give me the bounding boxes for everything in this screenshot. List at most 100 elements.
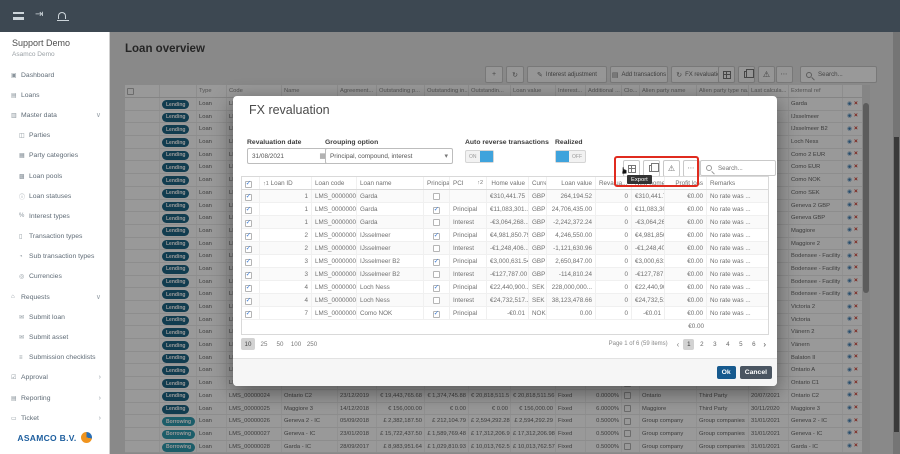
toggle-knob xyxy=(556,151,569,162)
fx-table-row[interactable]: 3 LMS_00000003 IJsselmeer B2 Principal €… xyxy=(242,255,768,268)
row-checkbox[interactable] xyxy=(245,232,252,240)
sidebar-item-label: Requests xyxy=(21,293,50,301)
auto-reverse-toggle[interactable]: ON xyxy=(465,150,494,163)
sidebar-item[interactable]: ▦ Party categories xyxy=(0,146,109,166)
sidebar-item[interactable]: ▣ Dashboard xyxy=(0,65,109,85)
row-checkbox[interactable] xyxy=(245,206,252,214)
search-icon xyxy=(706,165,712,171)
sidebar-item[interactable]: ⓘ Loan statuses xyxy=(0,186,109,206)
chevron-icon: › xyxy=(98,394,101,402)
chevron-icon: › xyxy=(98,414,101,422)
row-checkbox[interactable] xyxy=(245,245,252,253)
page-3[interactable]: 3 xyxy=(709,339,720,350)
sidebar-item-icon: ✉ xyxy=(19,314,25,321)
sidebar-item-icon: ▤ xyxy=(11,92,17,99)
row-checkbox[interactable] xyxy=(245,297,252,305)
page-size-100[interactable]: 100 xyxy=(289,338,303,350)
fx-table-row[interactable]: 7 LMS_00000007 Como NOK Principal -€0.01… xyxy=(242,307,768,320)
prev-page-icon[interactable]: ‹ xyxy=(677,340,680,349)
fx-table-row[interactable]: 2 LMS_00000002 IJsselmeer Interest -€1,2… xyxy=(242,242,768,255)
page-2[interactable]: 2 xyxy=(696,339,707,350)
principal-checkbox[interactable] xyxy=(433,270,440,278)
realized-toggle[interactable]: OFF xyxy=(555,150,586,163)
principal-checkbox[interactable] xyxy=(433,258,440,266)
grouping-option-select[interactable]: Principal, compound, interest ▾ xyxy=(325,148,453,164)
page-1[interactable]: 1 xyxy=(683,338,695,350)
modal-more-button[interactable]: ⋯ xyxy=(683,160,700,177)
sidebar-item[interactable]: ✉ Submit asset xyxy=(0,327,109,347)
toggle-knob xyxy=(479,151,493,162)
row-checkbox[interactable] xyxy=(245,219,252,227)
page-6[interactable]: 6 xyxy=(748,339,759,350)
row-checkbox[interactable] xyxy=(245,258,252,266)
sidebar-item[interactable]: ▤ Loans xyxy=(0,85,109,105)
fx-table-row[interactable]: 4 LMS_00000004 Loch Ness Interest €24,73… xyxy=(242,294,768,307)
sidebar-item[interactable]: ▯ Transaction types xyxy=(0,227,109,247)
logout-icon[interactable]: ⇥ xyxy=(35,10,43,20)
sidebar-item-icon: ▦ xyxy=(19,153,25,160)
org-subtitle: Asamco Demo xyxy=(12,51,55,58)
sidebar-item-label: Submit loan xyxy=(29,313,65,321)
modal-footer: Ok Cancel xyxy=(233,358,777,386)
sidebar-item[interactable]: ◫ Parties xyxy=(0,126,109,146)
row-checkbox[interactable] xyxy=(245,271,252,279)
page-size-25[interactable]: 25 xyxy=(257,338,271,350)
grouping-option-label: Grouping option xyxy=(325,139,379,146)
modal-search[interactable] xyxy=(700,160,776,176)
page-4[interactable]: 4 xyxy=(722,339,733,350)
principal-checkbox[interactable] xyxy=(433,218,440,226)
principal-checkbox[interactable] xyxy=(433,296,440,304)
principal-checkbox[interactable] xyxy=(433,192,440,200)
select-all-checkbox[interactable] xyxy=(245,180,252,188)
modal-warning-button[interactable]: ⚠ xyxy=(663,160,680,177)
sidebar-item[interactable]: ▤ Reporting › xyxy=(0,388,109,408)
page-size-50[interactable]: 50 xyxy=(273,338,287,350)
sidebar-item-icon: ☑ xyxy=(11,375,17,382)
sidebar-item[interactable]: ⌂ Requests ∨ xyxy=(0,287,109,307)
principal-checkbox[interactable] xyxy=(433,232,440,240)
page-size-250[interactable]: 250 xyxy=(305,338,319,350)
export-tooltip: Export xyxy=(627,175,652,184)
page-5[interactable]: 5 xyxy=(735,339,746,350)
principal-checkbox[interactable] xyxy=(433,284,440,292)
sidebar-item[interactable]: ▭ Ticket › xyxy=(0,408,109,428)
principal-checkbox[interactable] xyxy=(433,310,440,318)
sidebar-item-icon: ▥ xyxy=(11,112,17,119)
sidebar-item-label: Ticket xyxy=(21,414,39,422)
sidebar-item-label: Party categories xyxy=(29,152,79,160)
sidebar-item[interactable]: % Interest types xyxy=(0,206,109,226)
modal-search-input[interactable] xyxy=(716,163,770,173)
revaluation-date-input[interactable]: 31/08/2021 ▦ xyxy=(247,148,331,164)
next-page-icon[interactable]: › xyxy=(763,340,766,349)
row-checkbox[interactable] xyxy=(245,284,252,292)
row-checkbox[interactable] xyxy=(245,193,252,201)
page-size-10[interactable]: 10 xyxy=(241,338,255,350)
modal-title: FX revaluation xyxy=(249,103,330,117)
sidebar-item-label: Loan pools xyxy=(29,172,63,180)
sidebar-item[interactable]: ▩ Loan pools xyxy=(0,166,109,186)
ok-button[interactable]: Ok xyxy=(716,366,736,379)
org-name: Support Demo xyxy=(12,38,71,48)
row-checkbox[interactable] xyxy=(245,310,252,318)
sidebar-item[interactable]: ▥ Master data ∨ xyxy=(0,105,109,125)
sidebar-item[interactable]: ✉ Submit loan xyxy=(0,307,109,327)
principal-checkbox[interactable] xyxy=(433,244,440,252)
sidebar-item[interactable]: ☑ Approval › xyxy=(0,368,109,388)
sidebar-item[interactable]: ◔ Sub transaction types xyxy=(0,247,109,267)
principal-checkbox[interactable] xyxy=(433,206,440,214)
fx-table-row[interactable]: 1 LMS_00000001 Garda Principal €11,083,3… xyxy=(242,203,768,216)
sidebar-item[interactable]: ≡ Submission checklists xyxy=(0,348,109,368)
fx-table-body: 1 LMS_00000001 Garda €310,441.75 GBP 264… xyxy=(242,190,768,320)
sidebar-item[interactable]: ◎ Currencies xyxy=(0,267,109,287)
bell-icon[interactable] xyxy=(57,12,69,21)
menu-icon[interactable] xyxy=(13,12,24,20)
cancel-button[interactable]: Cancel xyxy=(739,366,772,379)
fx-table-row[interactable]: 3 LMS_00000003 IJsselmeer B2 Interest -€… xyxy=(242,268,768,281)
fx-table-row[interactable]: 2 LMS_00000002 IJsselmeer Principal €4,9… xyxy=(242,229,768,242)
sidebar-item-label: Submit asset xyxy=(29,334,69,342)
asamco-logo: ASAMCO B.V. xyxy=(0,432,109,443)
fx-table-row[interactable]: 1 LMS_00000001 Garda Interest -€3,064,26… xyxy=(242,216,768,229)
fx-table-row[interactable]: 1 LMS_00000001 Garda €310,441.75 GBP 264… xyxy=(242,190,768,203)
sidebar-item-label: Parties xyxy=(29,132,51,140)
fx-table-row[interactable]: 4 LMS_00000004 Loch Ness Principal €22,4… xyxy=(242,281,768,294)
